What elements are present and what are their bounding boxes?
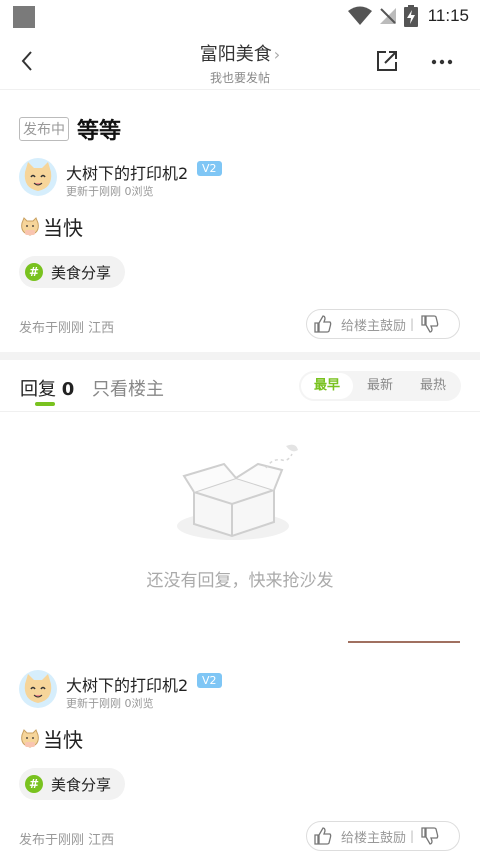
more-button[interactable] bbox=[428, 48, 456, 76]
reply-tab-bar: 回复 0 只看楼主 最早 最新 最热 bbox=[0, 360, 480, 412]
post-content-text: 当快 bbox=[43, 216, 83, 240]
encourage-button[interactable]: 给楼主鼓励 | bbox=[306, 821, 460, 851]
more-icon bbox=[431, 59, 453, 65]
bowing-cat-emoji-icon bbox=[21, 728, 39, 748]
level-badge: V2 bbox=[197, 673, 222, 688]
new-post-link[interactable]: 我也要发帖 bbox=[0, 69, 480, 86]
author-name[interactable]: 大树下的打印机2 bbox=[66, 672, 188, 696]
post-content-text: 当快 bbox=[43, 728, 83, 752]
thumbs-up-icon bbox=[314, 827, 332, 845]
status-bar: 11:15 bbox=[0, 0, 480, 32]
post-content: 当快 bbox=[19, 724, 83, 753]
encourage-button[interactable]: 给楼主鼓励 | bbox=[306, 309, 460, 339]
sort-option-latest[interactable]: 最新 bbox=[354, 373, 406, 399]
topic-hash-icon: # bbox=[25, 263, 43, 281]
author-row: 大树下的打印机2 V2 更新于刚刚 0浏览 bbox=[19, 158, 439, 198]
encourage-separator: | bbox=[410, 829, 415, 843]
post-title: 等等 bbox=[77, 119, 122, 144]
section-divider bbox=[0, 352, 480, 360]
author-meta: 更新于刚刚 0浏览 bbox=[66, 697, 154, 710]
level-badge: V2 bbox=[197, 161, 222, 176]
thumbs-down-icon[interactable] bbox=[420, 826, 440, 846]
sort-option-hottest[interactable]: 最热 bbox=[407, 373, 459, 399]
tab-owner-only[interactable]: 只看楼主 bbox=[92, 375, 164, 401]
topic-hash-icon: # bbox=[25, 775, 43, 793]
topic-label: 美食分享 bbox=[51, 775, 112, 794]
tab-replies[interactable]: 回复 0 bbox=[20, 375, 74, 401]
publish-info: 发布于刚刚 江西 bbox=[19, 833, 115, 848]
topic-chip[interactable]: # 美食分享 bbox=[19, 256, 126, 288]
share-icon bbox=[377, 51, 397, 71]
topic-chip[interactable]: # 美食分享 bbox=[19, 768, 126, 800]
thumbs-up-icon bbox=[314, 315, 332, 333]
nav-center[interactable]: 富阳美食 › 我也要发帖 bbox=[0, 40, 480, 86]
reply-count: 0 bbox=[61, 379, 75, 400]
no-signal-icon bbox=[379, 8, 396, 24]
publishing-status-tag: 发布中 bbox=[19, 117, 69, 141]
forum-title[interactable]: 富阳美食 › bbox=[0, 40, 480, 66]
encourage-separator: | bbox=[410, 317, 415, 331]
sort-option-earliest[interactable]: 最早 bbox=[301, 373, 353, 399]
battery-icon bbox=[403, 5, 418, 27]
status-right: 11:15 bbox=[347, 4, 469, 28]
avatar[interactable] bbox=[19, 670, 57, 708]
bowing-cat-emoji-icon bbox=[21, 216, 39, 236]
post-card-duplicate: 大树下的打印机2 V2 更新于刚刚 0浏览 当快 # 美食分享 发布于刚刚 江西… bbox=[0, 634, 480, 853]
author-row: 大树下的打印机2 V2 更新于刚刚 0浏览 bbox=[19, 670, 439, 710]
wifi-icon bbox=[347, 6, 372, 25]
active-tab-indicator bbox=[35, 402, 55, 406]
encourage-label: 给楼主鼓励 bbox=[341, 830, 407, 846]
status-time: 11:15 bbox=[427, 6, 469, 25]
author-meta: 更新于刚刚 0浏览 bbox=[66, 185, 154, 198]
publish-info: 发布于刚刚 江西 bbox=[19, 321, 115, 336]
post-content: 当快 bbox=[19, 212, 83, 241]
notification-icon bbox=[13, 6, 35, 28]
tab-replies-label: 回复 bbox=[20, 379, 56, 400]
post-card: 发布中 等等 大树下的打印机2 V2 更新于刚刚 0浏览 当快 # 美食分享 发… bbox=[0, 90, 480, 352]
avatar-cat-icon bbox=[24, 162, 52, 191]
thumbs-down-icon[interactable] bbox=[420, 314, 440, 334]
post-title-row: 发布中 等等 bbox=[19, 113, 121, 145]
sort-toggle-group: 最早 最新 最热 bbox=[299, 371, 461, 401]
topic-label: 美食分享 bbox=[51, 263, 112, 282]
avatar[interactable] bbox=[19, 158, 57, 196]
top-navigation: 富阳美食 › 我也要发帖 bbox=[0, 32, 480, 90]
chevron-right-icon: › bbox=[273, 45, 281, 64]
forum-title-text: 富阳美食 bbox=[199, 44, 272, 65]
empty-replies-text: 还没有回复，快来抢沙发 bbox=[146, 571, 334, 591]
author-name[interactable]: 大树下的打印机2 bbox=[66, 160, 188, 184]
empty-box-icon bbox=[177, 444, 298, 540]
share-button[interactable] bbox=[374, 48, 402, 76]
avatar-cat-icon bbox=[24, 674, 52, 703]
encourage-label: 给楼主鼓励 bbox=[341, 318, 407, 334]
